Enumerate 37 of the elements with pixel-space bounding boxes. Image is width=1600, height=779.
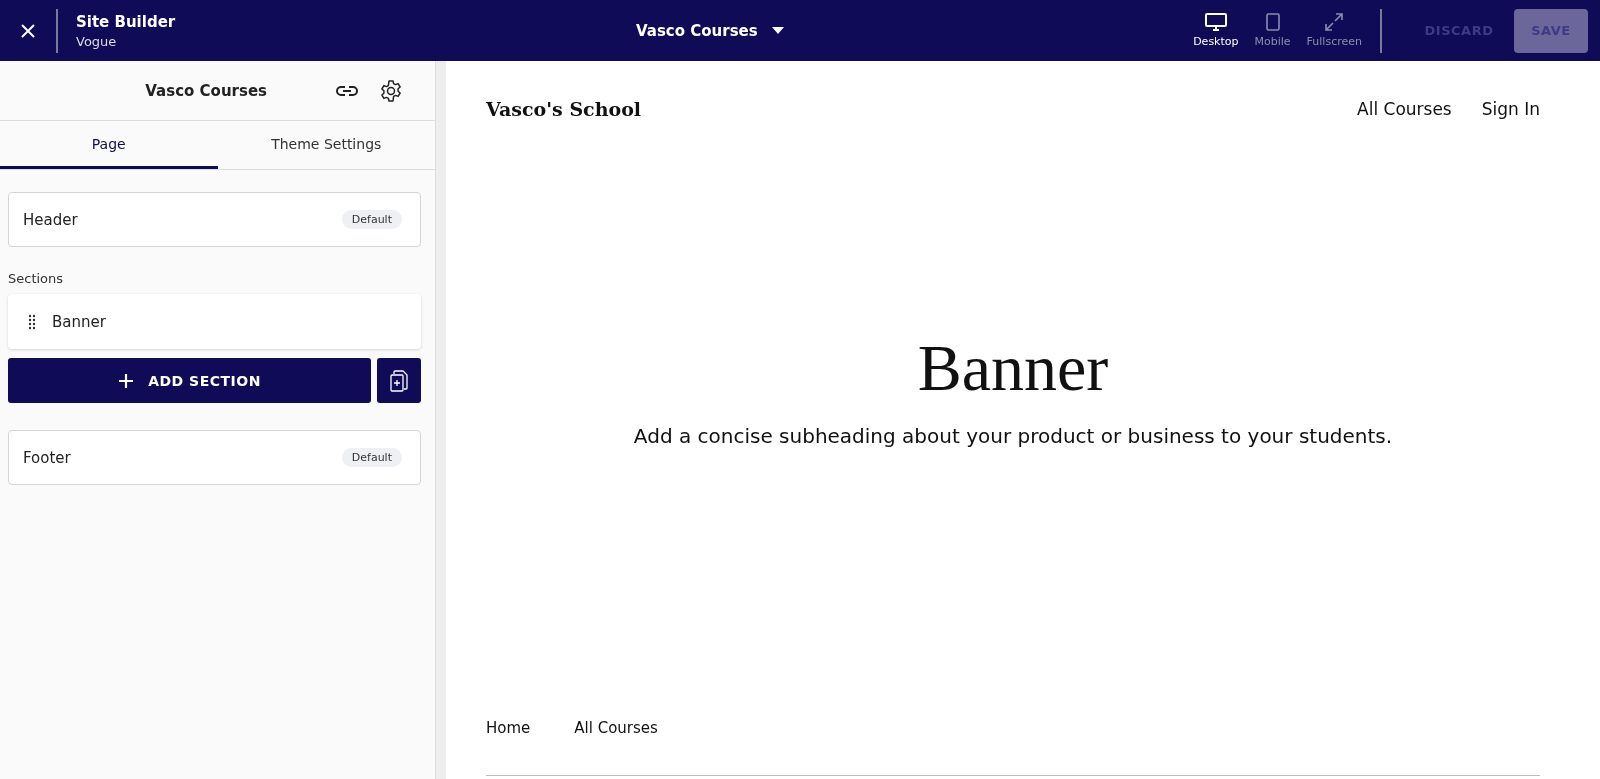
plus-icon (118, 372, 135, 389)
banner-subheading: Add a concise subheading about your product or business to your students. (633, 424, 1393, 448)
settings-icon (379, 78, 403, 103)
footer-label: Footer (23, 448, 71, 467)
sidebar-tab[interactable]: Theme Settings (217, 121, 435, 169)
theme-name: Vogue (76, 33, 118, 49)
footer-card[interactable]: Footer Default (8, 430, 421, 485)
sections-label: Sections (8, 271, 65, 286)
phone-icon (1265, 13, 1280, 31)
banner-heading: Banner (917, 330, 1109, 406)
close-icon (20, 22, 36, 39)
header-label: Header (23, 210, 78, 229)
section-item[interactable]: Banner (8, 294, 421, 349)
desktop-view-button[interactable]: Desktop (1193, 13, 1239, 48)
sidebar-tab[interactable]: Page (0, 121, 218, 169)
footer-link[interactable]: Home (486, 719, 531, 737)
app-title: Site Builder (76, 12, 177, 31)
header-card[interactable]: Header Default (8, 192, 421, 247)
drag-handle-icon (28, 313, 36, 330)
mobile-view-button[interactable]: Mobile (1254, 13, 1291, 48)
link-icon (336, 84, 358, 97)
copy-icon (390, 369, 408, 392)
monitor-icon (1204, 13, 1227, 31)
fullscreen-view-button[interactable]: Fullscreen (1306, 13, 1362, 48)
caret-icon (771, 27, 784, 34)
default-badge: Default (341, 210, 402, 229)
default-badge: Default (341, 448, 402, 467)
add-section-button[interactable]: ADD SECTION (8, 358, 371, 403)
nav-link[interactable]: All Courses (1357, 99, 1452, 119)
page-title: Vasco Courses (145, 81, 267, 100)
section-label: Banner (52, 312, 106, 331)
site-brand[interactable]: Vasco's School (486, 98, 642, 120)
nav-link[interactable]: Sign In (1481, 99, 1540, 119)
footer-link[interactable]: All Courses (574, 719, 658, 737)
page-selector[interactable]: Vasco Courses (636, 21, 784, 40)
add-page-button[interactable] (377, 358, 421, 403)
expand-icon (1325, 13, 1344, 31)
